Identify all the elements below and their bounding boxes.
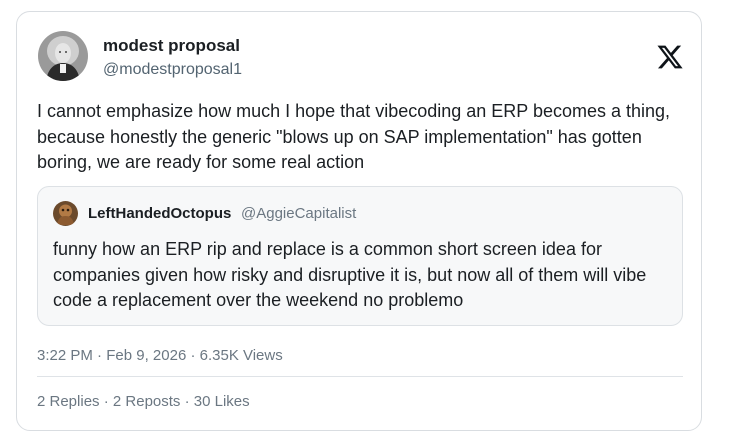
tweet-card: modest proposal @modestproposal1 I canno…: [16, 11, 702, 431]
quoted-author-name[interactable]: LeftHandedOctopus: [88, 205, 231, 222]
tweet-time[interactable]: 3:22 PM: [37, 347, 93, 364]
meta-separator: ·: [92, 347, 107, 364]
reposts-count[interactable]: 2 Reposts: [113, 393, 181, 410]
quoted-tweet-text: funny how an ERP rip and replace is a co…: [53, 239, 647, 310]
likes-count[interactable]: 30 Likes: [194, 393, 250, 410]
author-name[interactable]: modest proposal: [103, 36, 240, 56]
quoted-tweet[interactable]: LeftHandedOctopus @AggieCapitalist funny…: [37, 186, 683, 326]
portrait-avatar-icon: [38, 31, 88, 81]
stats-separator: ·: [180, 393, 194, 410]
stats-separator: ·: [99, 393, 113, 410]
author-avatar[interactable]: [38, 31, 88, 81]
tweet-meta: 3:22 PM · Feb 9, 2026 · 6.35K Views: [37, 347, 283, 364]
replies-count[interactable]: 2 Replies: [37, 393, 100, 410]
x-logo-icon[interactable]: [656, 43, 684, 71]
tweet-stats: 2 Replies · 2 Reposts · 30 Likes: [37, 393, 250, 410]
octopus-avatar-icon: [53, 201, 78, 226]
author-handle[interactable]: @modestproposal1: [103, 61, 242, 79]
tweet-text: I cannot emphasize how much I hope that …: [37, 101, 671, 172]
tweet-date[interactable]: Feb 9, 2026: [106, 347, 186, 364]
divider: [37, 376, 683, 377]
tweet-views: 6.35K Views: [199, 347, 283, 364]
quoted-author-handle[interactable]: @AggieCapitalist: [241, 205, 356, 222]
meta-separator: ·: [186, 347, 200, 364]
quoted-avatar[interactable]: [53, 201, 78, 226]
